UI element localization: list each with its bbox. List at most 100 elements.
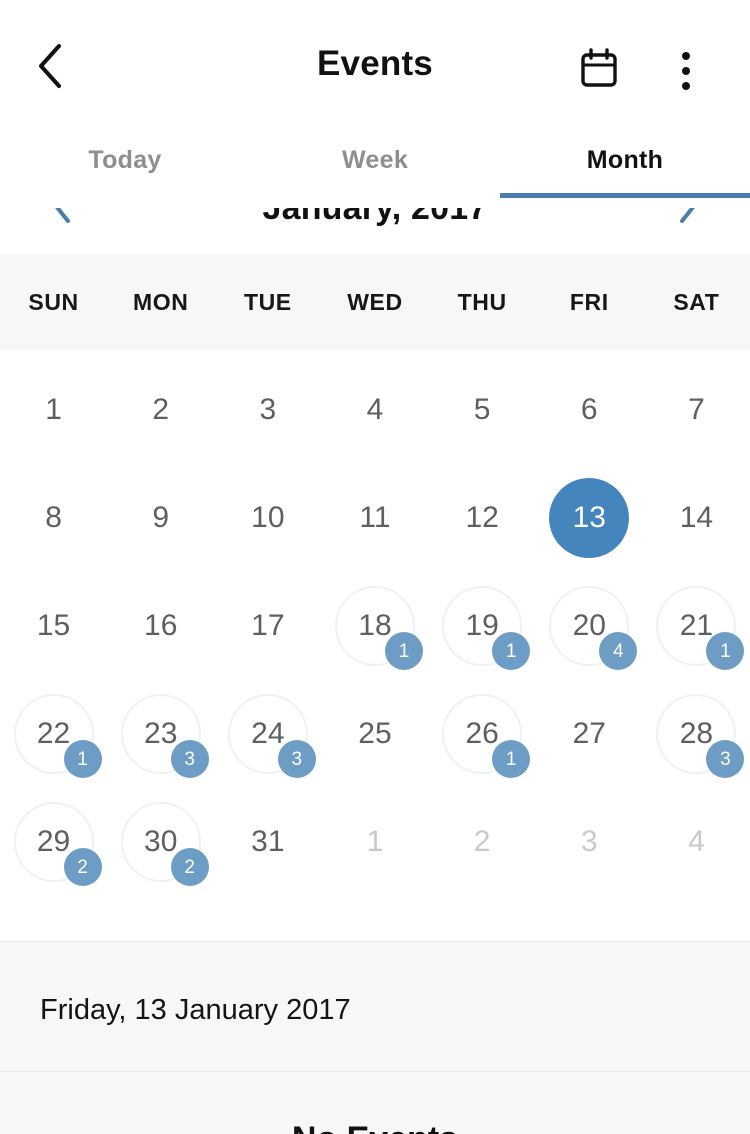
- calendar-week-row: 8 9 10 11 12 13 14: [0, 464, 750, 572]
- day-number[interactable]: 3: [228, 370, 308, 450]
- calendar-day-cell[interactable]: 28 3: [643, 680, 750, 788]
- calendar-grid: 1 2 3 4 5 6 7 8 9 10 11 12 13 14 15 16 17 18 1 19 1 20 4 21 1 22 1…: [0, 350, 750, 896]
- event-count-badge: 1: [492, 632, 531, 670]
- day-number[interactable]: 20 4: [549, 586, 638, 670]
- calendar-day-cell[interactable]: 18 1: [321, 572, 428, 680]
- day-number[interactable]: 1: [14, 370, 94, 450]
- day-number[interactable]: 11: [335, 478, 415, 558]
- month-navigation: January, 2017: [0, 198, 750, 254]
- day-number[interactable]: 15: [14, 586, 94, 666]
- day-number[interactable]: 5: [442, 370, 522, 450]
- event-count-badge: 4: [599, 632, 638, 670]
- calendar-day-cell[interactable]: 4: [643, 788, 750, 896]
- calendar-day-cell[interactable]: 7: [643, 356, 750, 464]
- day-number[interactable]: 22 1: [13, 694, 102, 778]
- day-number[interactable]: 18 1: [334, 586, 423, 670]
- view-tabs: Today Week Month: [0, 122, 750, 198]
- calendar-day-cell[interactable]: 27: [536, 680, 643, 788]
- weekday-header: SUN MON TUE WED THU FRI SAT: [0, 254, 750, 350]
- calendar-day-cell[interactable]: 31: [214, 788, 321, 896]
- calendar-button[interactable]: [572, 44, 626, 98]
- calendar-day-cell[interactable]: 1: [321, 788, 428, 896]
- day-number[interactable]: 16: [121, 586, 201, 666]
- day-number[interactable]: 23 3: [120, 694, 209, 778]
- day-number[interactable]: 9: [121, 478, 201, 558]
- day-number[interactable]: 19 1: [442, 586, 531, 670]
- calendar-day-cell[interactable]: 15: [0, 572, 107, 680]
- calendar-day-cell[interactable]: 14: [643, 464, 750, 572]
- day-number[interactable]: 24 3: [227, 694, 316, 778]
- event-count-badge: 1: [706, 632, 745, 670]
- calendar-day-cell[interactable]: 3: [536, 788, 643, 896]
- more-options-button[interactable]: [663, 44, 709, 98]
- day-number[interactable]: 7: [656, 370, 736, 450]
- calendar-day-cell[interactable]: 2: [429, 788, 536, 896]
- day-number[interactable]: 25: [335, 694, 415, 774]
- tab-month[interactable]: Month: [500, 122, 750, 198]
- day-number[interactable]: 21 1: [656, 586, 745, 670]
- day-number[interactable]: 29 2: [13, 802, 102, 886]
- day-number[interactable]: 17: [228, 586, 308, 666]
- calendar-day-cell[interactable]: 11: [321, 464, 428, 572]
- calendar-day-cell[interactable]: 10: [214, 464, 321, 572]
- calendar-day-cell[interactable]: 30 2: [107, 788, 214, 896]
- month-strip-mask: [0, 198, 750, 208]
- day-number[interactable]: 26 1: [442, 694, 531, 778]
- event-count-badge: 1: [384, 632, 423, 670]
- calendar-day-cell[interactable]: 19 1: [429, 572, 536, 680]
- calendar-day-cell[interactable]: 25: [321, 680, 428, 788]
- calendar-day-cell[interactable]: 2: [107, 356, 214, 464]
- selected-date-label: Friday, 13 January 2017: [40, 994, 351, 1026]
- day-number[interactable]: 6: [549, 370, 629, 450]
- events-calendar-screen: Events Today Week Month January, 2017 SU…: [0, 0, 750, 1134]
- day-number[interactable]: 27: [549, 694, 629, 774]
- calendar-day-cell[interactable]: 21 1: [643, 572, 750, 680]
- tab-week[interactable]: Week: [250, 122, 500, 198]
- more-vertical-icon: [682, 82, 690, 90]
- more-vertical-icon: [682, 67, 690, 75]
- tab-today[interactable]: Today: [0, 122, 250, 198]
- day-number[interactable]: 31: [228, 802, 308, 882]
- calendar-day-cell[interactable]: 17: [214, 572, 321, 680]
- day-number[interactable]: 3: [549, 802, 629, 882]
- event-count-badge: 2: [63, 848, 102, 886]
- page-title: Events: [317, 44, 433, 83]
- day-number[interactable]: 10: [228, 478, 308, 558]
- calendar-day-cell[interactable]: 29 2: [0, 788, 107, 896]
- event-count-badge: 3: [277, 740, 316, 778]
- weekday-thu: THU: [457, 288, 507, 315]
- selected-day[interactable]: 13: [549, 478, 630, 558]
- day-number[interactable]: 2: [121, 370, 201, 450]
- calendar-day-cell[interactable]: 6: [536, 356, 643, 464]
- calendar-day-cell[interactable]: 16: [107, 572, 214, 680]
- calendar-week-row: 15 16 17 18 1 19 1 20 4 21 1: [0, 572, 750, 680]
- day-number[interactable]: 1: [335, 802, 415, 882]
- calendar-day-cell[interactable]: 24 3: [214, 680, 321, 788]
- calendar-day-cell[interactable]: 22 1: [0, 680, 107, 788]
- calendar-day-cell[interactable]: 9: [107, 464, 214, 572]
- day-number[interactable]: 14: [656, 478, 736, 558]
- panel-divider: [0, 1071, 750, 1072]
- calendar-day-cell[interactable]: 23 3: [107, 680, 214, 788]
- calendar-day-cell[interactable]: 3: [214, 356, 321, 464]
- event-count-badge: 2: [170, 848, 209, 886]
- calendar-day-cell[interactable]: 8: [0, 464, 107, 572]
- day-number[interactable]: 12: [442, 478, 522, 558]
- no-events-message: No Events: [0, 1120, 750, 1134]
- day-number[interactable]: 4: [656, 802, 736, 882]
- calendar-day-cell[interactable]: 26 1: [429, 680, 536, 788]
- calendar-day-cell[interactable]: 13: [536, 464, 643, 572]
- day-number[interactable]: 8: [14, 478, 94, 558]
- calendar-week-row: 22 1 23 3 24 3 25 26 1 27 28 3: [0, 680, 750, 788]
- event-count-badge: 1: [492, 740, 531, 778]
- more-vertical-icon: [682, 52, 690, 60]
- day-number[interactable]: 30 2: [120, 802, 209, 886]
- day-number[interactable]: 2: [442, 802, 522, 882]
- calendar-day-cell[interactable]: 5: [429, 356, 536, 464]
- day-number[interactable]: 4: [335, 370, 415, 450]
- calendar-day-cell[interactable]: 4: [321, 356, 428, 464]
- calendar-day-cell[interactable]: 1: [0, 356, 107, 464]
- day-number[interactable]: 28 3: [656, 694, 745, 778]
- calendar-day-cell[interactable]: 20 4: [536, 572, 643, 680]
- calendar-day-cell[interactable]: 12: [429, 464, 536, 572]
